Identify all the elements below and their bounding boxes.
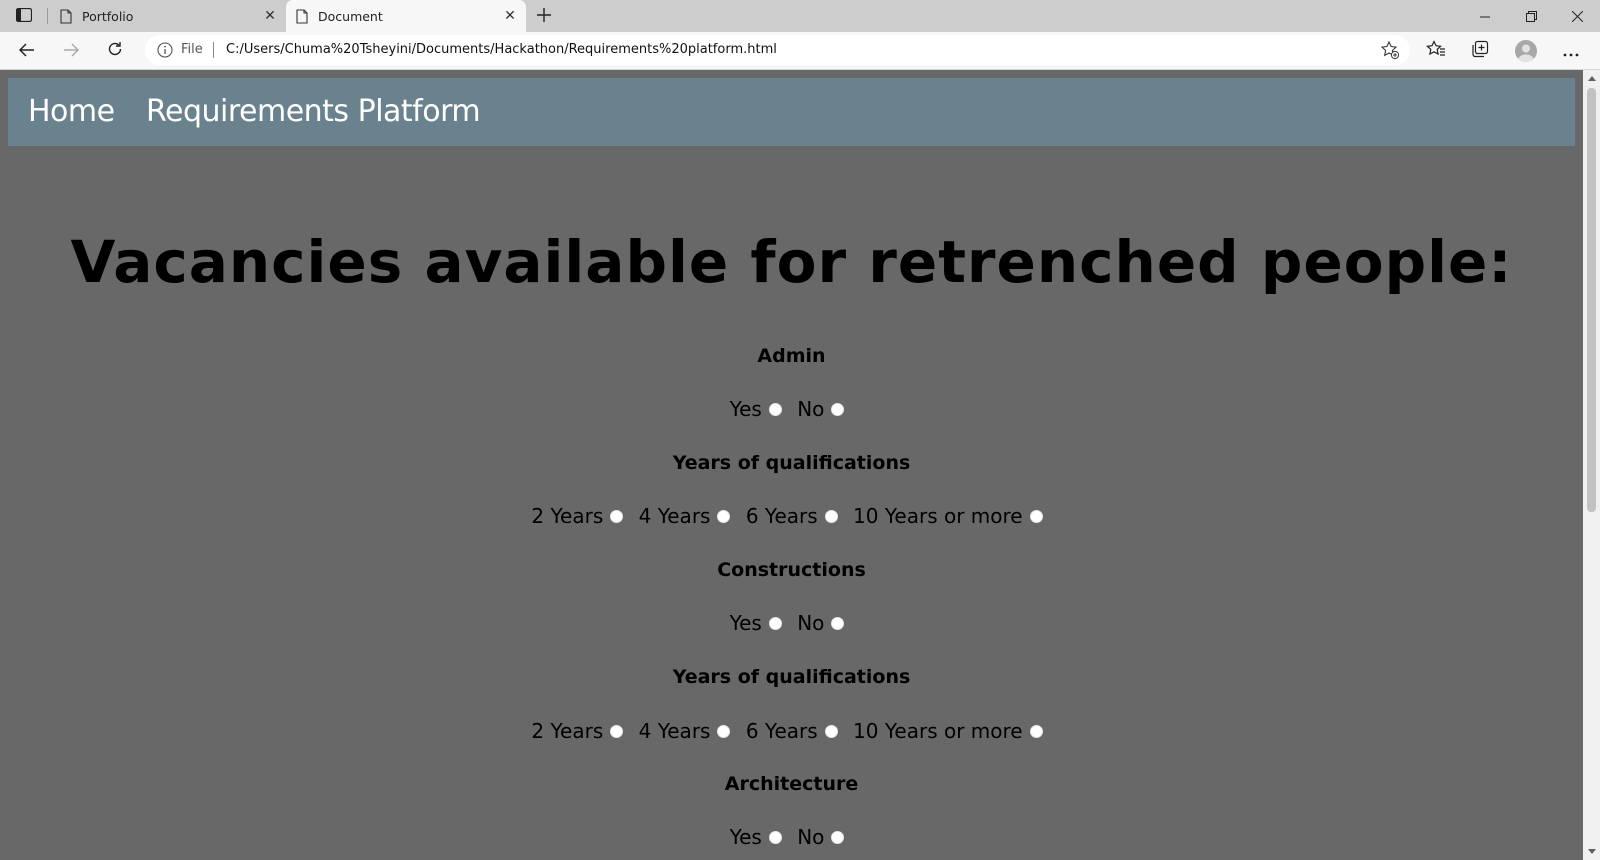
radio-label: 2 Years: [531, 504, 604, 528]
radio-label: No: [797, 825, 825, 849]
scrollbar-thumb[interactable]: [1587, 88, 1596, 512]
new-tab-button[interactable]: [532, 4, 556, 28]
architecture-radio-group: Yes No: [0, 825, 1583, 849]
years-2-radio[interactable]: [610, 509, 624, 523]
more-button[interactable]: [1556, 36, 1586, 66]
radio-label: 4 Years: [638, 504, 711, 528]
star-plus-icon[interactable]: [1380, 40, 1400, 60]
browser-toolbar: File C:/Users/Chuma%20Tsheyini/Documents…: [0, 32, 1600, 70]
close-icon[interactable]: ✕: [258, 4, 282, 28]
address-url[interactable]: C:/Users/Chuma%20Tsheyini/Documents/Hack…: [226, 42, 777, 57]
more-dots-icon: [1563, 42, 1579, 61]
close-icon[interactable]: ✕: [498, 4, 522, 28]
profile-avatar-icon: [1515, 40, 1537, 62]
radio-label: 2 Years: [531, 719, 604, 743]
years-10-radio[interactable]: [1029, 724, 1043, 738]
browser-tab-strip: Portfolio ✕ Document ✕: [0, 0, 1600, 32]
tab-separator: [47, 8, 48, 24]
radio-label: Yes: [729, 611, 762, 635]
architecture-no-radio[interactable]: [831, 830, 845, 844]
back-arrow-icon: [18, 42, 35, 61]
forward-button[interactable]: [56, 36, 86, 66]
scroll-down-arrow-icon[interactable]: [1583, 843, 1600, 860]
constructions-radio-group: Yes No: [0, 611, 1583, 635]
page-icon: [60, 8, 72, 24]
section-heading-architecture: Architecture: [724, 773, 859, 795]
section-heading-admin: Admin: [757, 345, 826, 367]
profile-button[interactable]: [1511, 36, 1541, 66]
radio-label: Yes: [729, 397, 762, 421]
tab-actions-button[interactable]: [8, 5, 40, 27]
close-window-button[interactable]: [1554, 0, 1600, 32]
years-radio-group: 2 Years 4 Years 6 Years 10 Years or more: [0, 719, 1583, 743]
refresh-button[interactable]: [100, 36, 130, 66]
tab-title: Portfolio: [82, 8, 134, 24]
section-heading-constructions: Constructions: [717, 559, 866, 581]
section-heading-years: Years of qualifications: [672, 452, 911, 474]
close-icon: [1571, 7, 1583, 26]
plus-icon: [537, 7, 551, 26]
admin-radio-group: Yes No: [0, 397, 1583, 421]
years-4-radio[interactable]: [717, 509, 731, 523]
radio-label: 6 Years: [745, 504, 818, 528]
admin-no-radio[interactable]: [831, 402, 845, 416]
minimize-button[interactable]: [1462, 0, 1508, 32]
tab-title: Document: [318, 8, 383, 24]
years-4-radio[interactable]: [717, 724, 731, 738]
page-scrollbar[interactable]: [1583, 70, 1600, 860]
years-radio-group: 2 Years 4 Years 6 Years 10 Years or more: [0, 504, 1583, 528]
section-heading-years: Years of qualifications: [672, 666, 911, 688]
tab-document[interactable]: Document ✕: [286, 0, 526, 32]
admin-yes-radio[interactable]: [768, 402, 782, 416]
radio-label: 10 Years or more: [853, 504, 1023, 528]
tab-portfolio[interactable]: Portfolio ✕: [50, 0, 286, 32]
back-button[interactable]: [12, 36, 42, 66]
architecture-yes-radio[interactable]: [768, 830, 782, 844]
minimize-icon: [1480, 7, 1490, 26]
address-bar[interactable]: File C:/Users/Chuma%20Tsheyini/Documents…: [145, 35, 1410, 65]
nav-home-link[interactable]: Home: [28, 94, 115, 129]
constructions-yes-radio[interactable]: [768, 616, 782, 630]
constructions-no-radio[interactable]: [831, 616, 845, 630]
address-scheme-label: File: [181, 42, 203, 57]
scroll-up-arrow-icon[interactable]: [1583, 70, 1600, 87]
tab-actions-icon: [15, 7, 33, 26]
years-10-radio[interactable]: [1029, 509, 1043, 523]
nav-requirements-link[interactable]: Requirements Platform: [146, 94, 481, 129]
page-viewport: Home Requirements Platform Vacancies ava…: [0, 70, 1583, 860]
page-icon: [296, 8, 308, 24]
forward-arrow-icon: [63, 42, 80, 61]
favorites-button[interactable]: [1421, 36, 1451, 66]
site-navbar: Home Requirements Platform: [8, 78, 1575, 146]
collections-button[interactable]: [1465, 36, 1495, 66]
radio-label: 4 Years: [638, 719, 711, 743]
collections-icon: [1471, 40, 1489, 62]
radio-label: 6 Years: [745, 719, 818, 743]
years-2-radio[interactable]: [610, 724, 624, 738]
years-6-radio[interactable]: [824, 724, 838, 738]
favorites-icon: [1426, 40, 1446, 62]
radio-label: 10 Years or more: [853, 719, 1023, 743]
page-title: Vacancies available for retrenched peopl…: [70, 228, 1513, 296]
years-6-radio[interactable]: [824, 509, 838, 523]
radio-label: Yes: [729, 825, 762, 849]
radio-label: No: [797, 611, 825, 635]
restore-button[interactable]: [1508, 0, 1554, 32]
restore-icon: [1525, 7, 1537, 26]
refresh-icon: [107, 41, 123, 61]
radio-label: No: [797, 397, 825, 421]
address-separator: [213, 42, 214, 58]
info-icon[interactable]: [157, 42, 173, 58]
